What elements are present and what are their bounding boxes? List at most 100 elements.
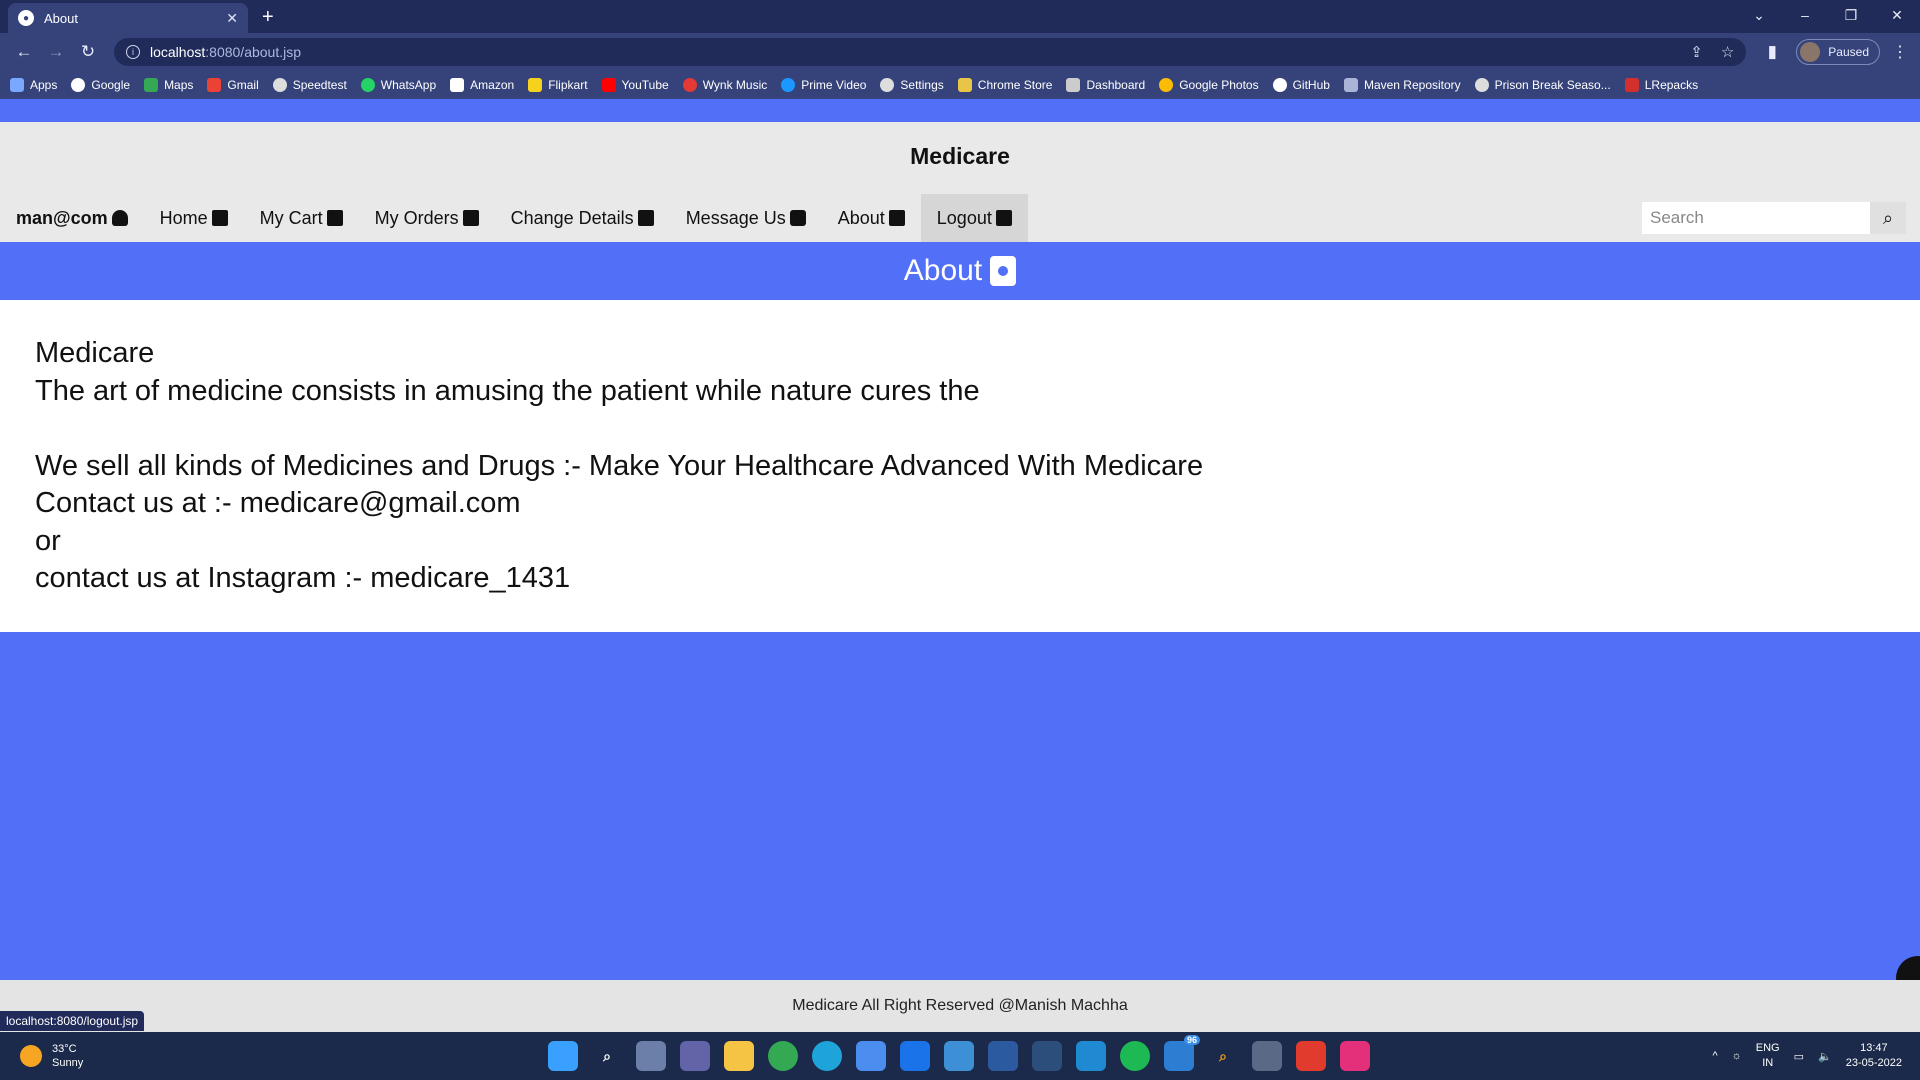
page-title: About	[903, 254, 983, 287]
bookmark-settings[interactable]: Settings	[880, 78, 944, 92]
site-brand: Medicare	[910, 143, 1010, 169]
bookmark-maps[interactable]: Maps	[144, 78, 193, 92]
volume-icon[interactable]: 🔈	[1818, 1050, 1832, 1063]
windows-start-icon[interactable]	[548, 1041, 578, 1071]
avatar	[1800, 42, 1821, 62]
system-tray: ^ ☼ ENG IN ▭ 🔈 13:47 23-05-2022	[1713, 1041, 1903, 1071]
site-footer: Medicare All Right Reserved @Manish Mach…	[0, 980, 1920, 1032]
bookmark-google-photos[interactable]: Google Photos	[1159, 78, 1259, 92]
status-url-tooltip: localhost:8080/logout.jsp	[0, 1011, 145, 1031]
chevron-up-icon[interactable]: ^	[1713, 1050, 1718, 1062]
google-photos-icon	[1159, 78, 1174, 92]
search-form: ⌕	[1642, 202, 1906, 234]
minimize-button[interactable]: –	[1782, 0, 1828, 33]
spotify-icon[interactable]	[1120, 1041, 1150, 1071]
nav-message-us[interactable]: Message Us	[670, 194, 822, 242]
task-view-icon[interactable]	[636, 1041, 666, 1071]
nav-my-orders[interactable]: My Orders	[359, 194, 495, 242]
user-icon	[111, 210, 128, 226]
tab-close-icon[interactable]: ✕	[226, 10, 238, 27]
content-line-email: Contact us at :- medicare@gmail.com	[35, 487, 521, 519]
nav-home[interactable]: Home	[144, 194, 244, 242]
back-button[interactable]: ←	[8, 42, 40, 62]
brightness-icon[interactable]: ☼	[1732, 1050, 1742, 1062]
vscode-icon[interactable]	[1076, 1041, 1106, 1071]
postman-icon[interactable]	[1296, 1041, 1326, 1071]
browser-tab-about[interactable]: ● About ✕	[8, 3, 248, 33]
taskbar-apps: ⌕ 96 ⌕	[548, 1035, 1370, 1071]
bookmark-amazon[interactable]: Amazon	[450, 78, 514, 92]
teams-chat-icon[interactable]	[680, 1041, 710, 1071]
weather-desc: Sunny	[52, 1057, 84, 1069]
side-panel-icon[interactable]: ▮	[1756, 42, 1788, 62]
badge-app-icon[interactable]: 96	[1164, 1035, 1200, 1071]
bookmark-github[interactable]: GitHub	[1272, 78, 1330, 92]
window-controls: ⌄ – ❐ ✕	[1736, 0, 1920, 33]
bookmark-speedtest[interactable]: Speedtest	[272, 78, 347, 92]
nav-logout[interactable]: Logout	[920, 194, 1028, 242]
site-info-icon[interactable]: i	[126, 45, 140, 59]
reload-button[interactable]: ↻	[72, 42, 104, 62]
profile-button[interactable]: Paused	[1796, 39, 1880, 65]
bookmark-wynk[interactable]: Wynk Music	[682, 78, 767, 92]
bookmark-prime-video[interactable]: Prime Video	[781, 78, 866, 92]
os-taskbar: 33°C Sunny ⌕ 96 ⌕ ^ ☼ ENG IN ▭ 🔈 13:47 2…	[0, 1032, 1920, 1080]
sun-icon	[20, 1045, 42, 1067]
bank-icon	[211, 210, 228, 226]
store-icon[interactable]	[856, 1041, 886, 1071]
intellij-icon[interactable]	[1340, 1041, 1370, 1071]
bookmark-flipkart[interactable]: Flipkart	[528, 78, 588, 92]
bookmark-apps[interactable]: Apps	[10, 78, 57, 92]
search-icon: ⌕	[1882, 207, 1894, 228]
search-icon[interactable]: ⌕	[592, 1041, 622, 1071]
logout-share-icon	[995, 210, 1012, 226]
edge-icon[interactable]	[812, 1041, 842, 1071]
share-icon[interactable]: ⇪	[1690, 43, 1703, 61]
calculator-icon[interactable]	[1252, 1041, 1282, 1071]
language-indicator[interactable]: ENG IN	[1756, 1041, 1780, 1071]
remote-desktop-icon[interactable]	[944, 1041, 974, 1071]
search-everything-icon[interactable]: ⌕	[1208, 1041, 1238, 1071]
nav-user[interactable]: man@com	[0, 194, 144, 242]
weather-widget[interactable]: 33°C Sunny	[0, 1042, 83, 1070]
prime-video-icon	[781, 78, 796, 92]
bookmark-lrepacks[interactable]: LRepacks	[1624, 78, 1698, 92]
nav-change-details[interactable]: Change Details	[495, 194, 670, 242]
gmail-icon	[207, 78, 222, 92]
bookmark-maven[interactable]: Maven Repository	[1343, 78, 1461, 92]
list-icon	[462, 210, 479, 226]
bookmark-youtube[interactable]: YouTube	[601, 78, 669, 92]
browser-tab-strip: ● About ✕ + ⌄ – ❐ ✕	[0, 0, 1920, 33]
new-tab-button[interactable]: +	[262, 6, 274, 29]
nav-my-cart[interactable]: My Cart	[244, 194, 359, 242]
search-input[interactable]	[1642, 202, 1870, 234]
tab-search-icon[interactable]: ⌄	[1736, 0, 1782, 33]
maven-icon	[1343, 78, 1358, 92]
bookmark-google[interactable]: Google	[71, 78, 130, 92]
network-icon[interactable]: ▭	[1794, 1050, 1804, 1063]
search-button[interactable]: ⌕	[1870, 202, 1906, 234]
forward-button[interactable]: →	[40, 42, 72, 62]
powershell-icon[interactable]	[988, 1041, 1018, 1071]
bookmark-chrome-store[interactable]: Chrome Store	[957, 78, 1052, 92]
address-bar[interactable]: i localhost:8080/about.jsp ⇪ ☆	[114, 38, 1747, 66]
url-path: :8080/about.jsp	[205, 44, 302, 60]
menu-kebab-icon[interactable]: ⋮	[1888, 42, 1912, 62]
contact-card-icon	[990, 256, 1017, 286]
apps-grid-icon	[10, 78, 24, 92]
bookmark-prison-break[interactable]: Prison Break Seaso...	[1474, 78, 1611, 92]
flipkart-icon	[528, 78, 543, 92]
bookmark-dashboard[interactable]: Dashboard	[1066, 78, 1145, 92]
close-window-button[interactable]: ✕	[1874, 0, 1920, 33]
bookmark-whatsapp[interactable]: WhatsApp	[360, 78, 436, 92]
restore-button[interactable]: ❐	[1828, 0, 1874, 33]
chrome-icon[interactable]	[768, 1041, 798, 1071]
file-explorer-icon[interactable]	[724, 1041, 754, 1071]
mysql-workbench-icon[interactable]	[1032, 1041, 1062, 1071]
mail-icon[interactable]	[900, 1041, 930, 1071]
nav-about[interactable]: About	[822, 194, 921, 242]
page-title-banner: About	[0, 242, 1920, 300]
bookmark-star-icon[interactable]: ☆	[1721, 43, 1734, 61]
clock[interactable]: 13:47 23-05-2022	[1846, 1041, 1902, 1071]
bookmark-gmail[interactable]: Gmail	[207, 78, 259, 92]
